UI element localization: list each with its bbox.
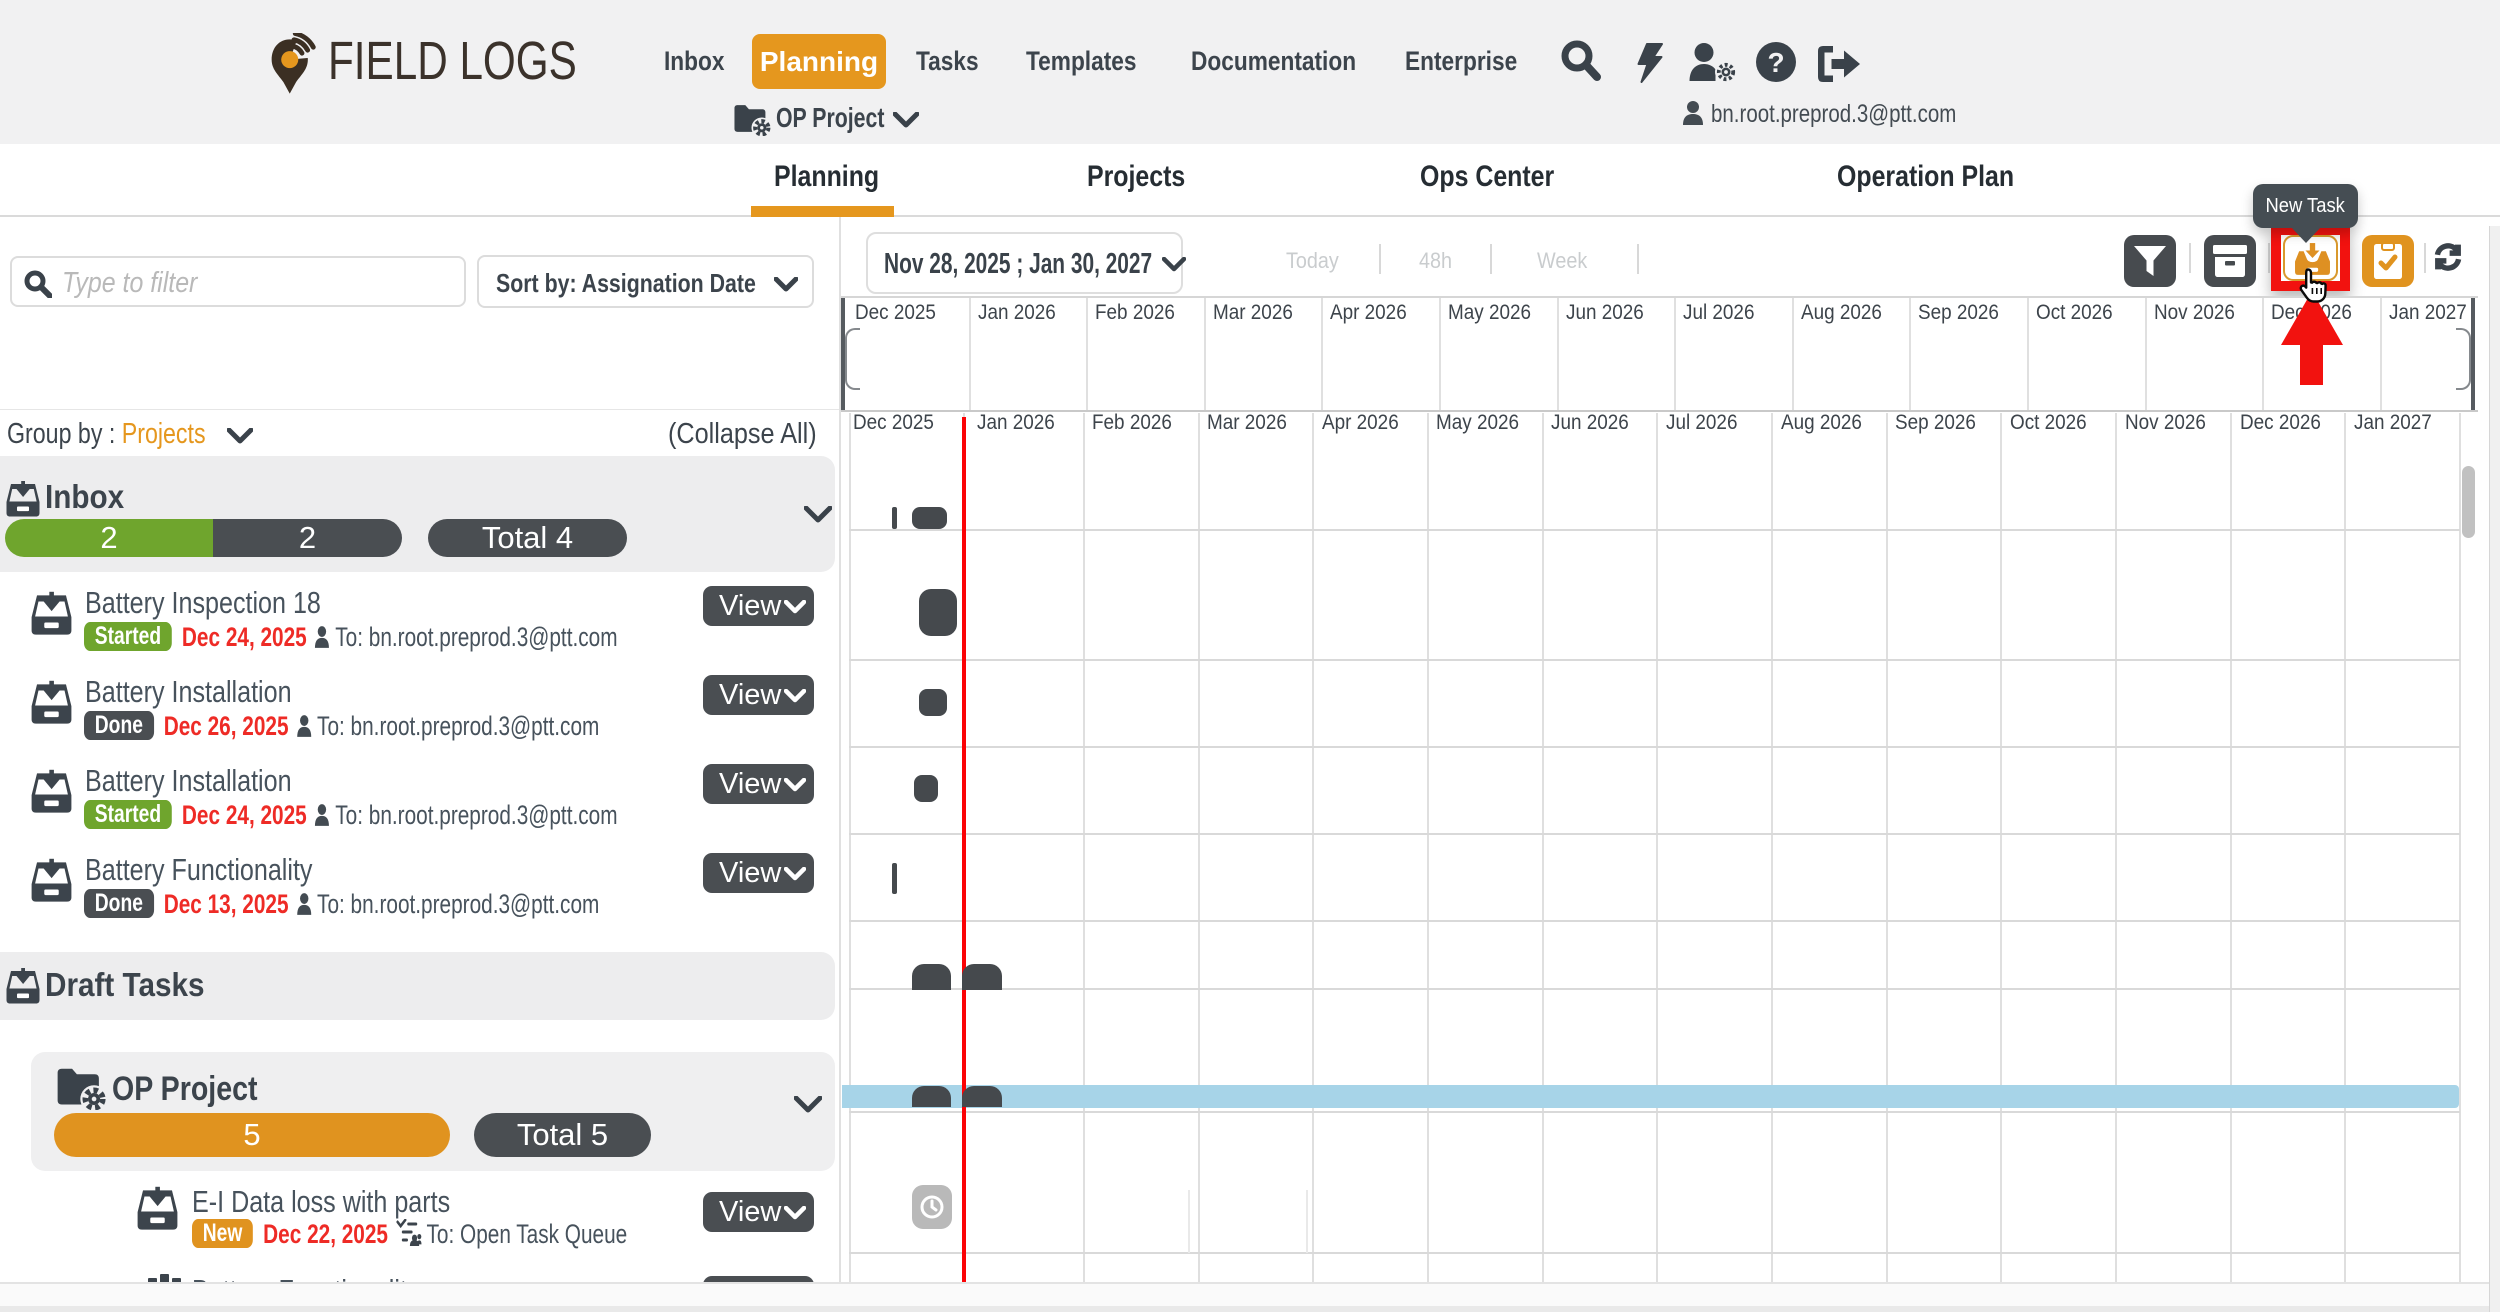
svg-text:?: ? xyxy=(1767,47,1784,78)
